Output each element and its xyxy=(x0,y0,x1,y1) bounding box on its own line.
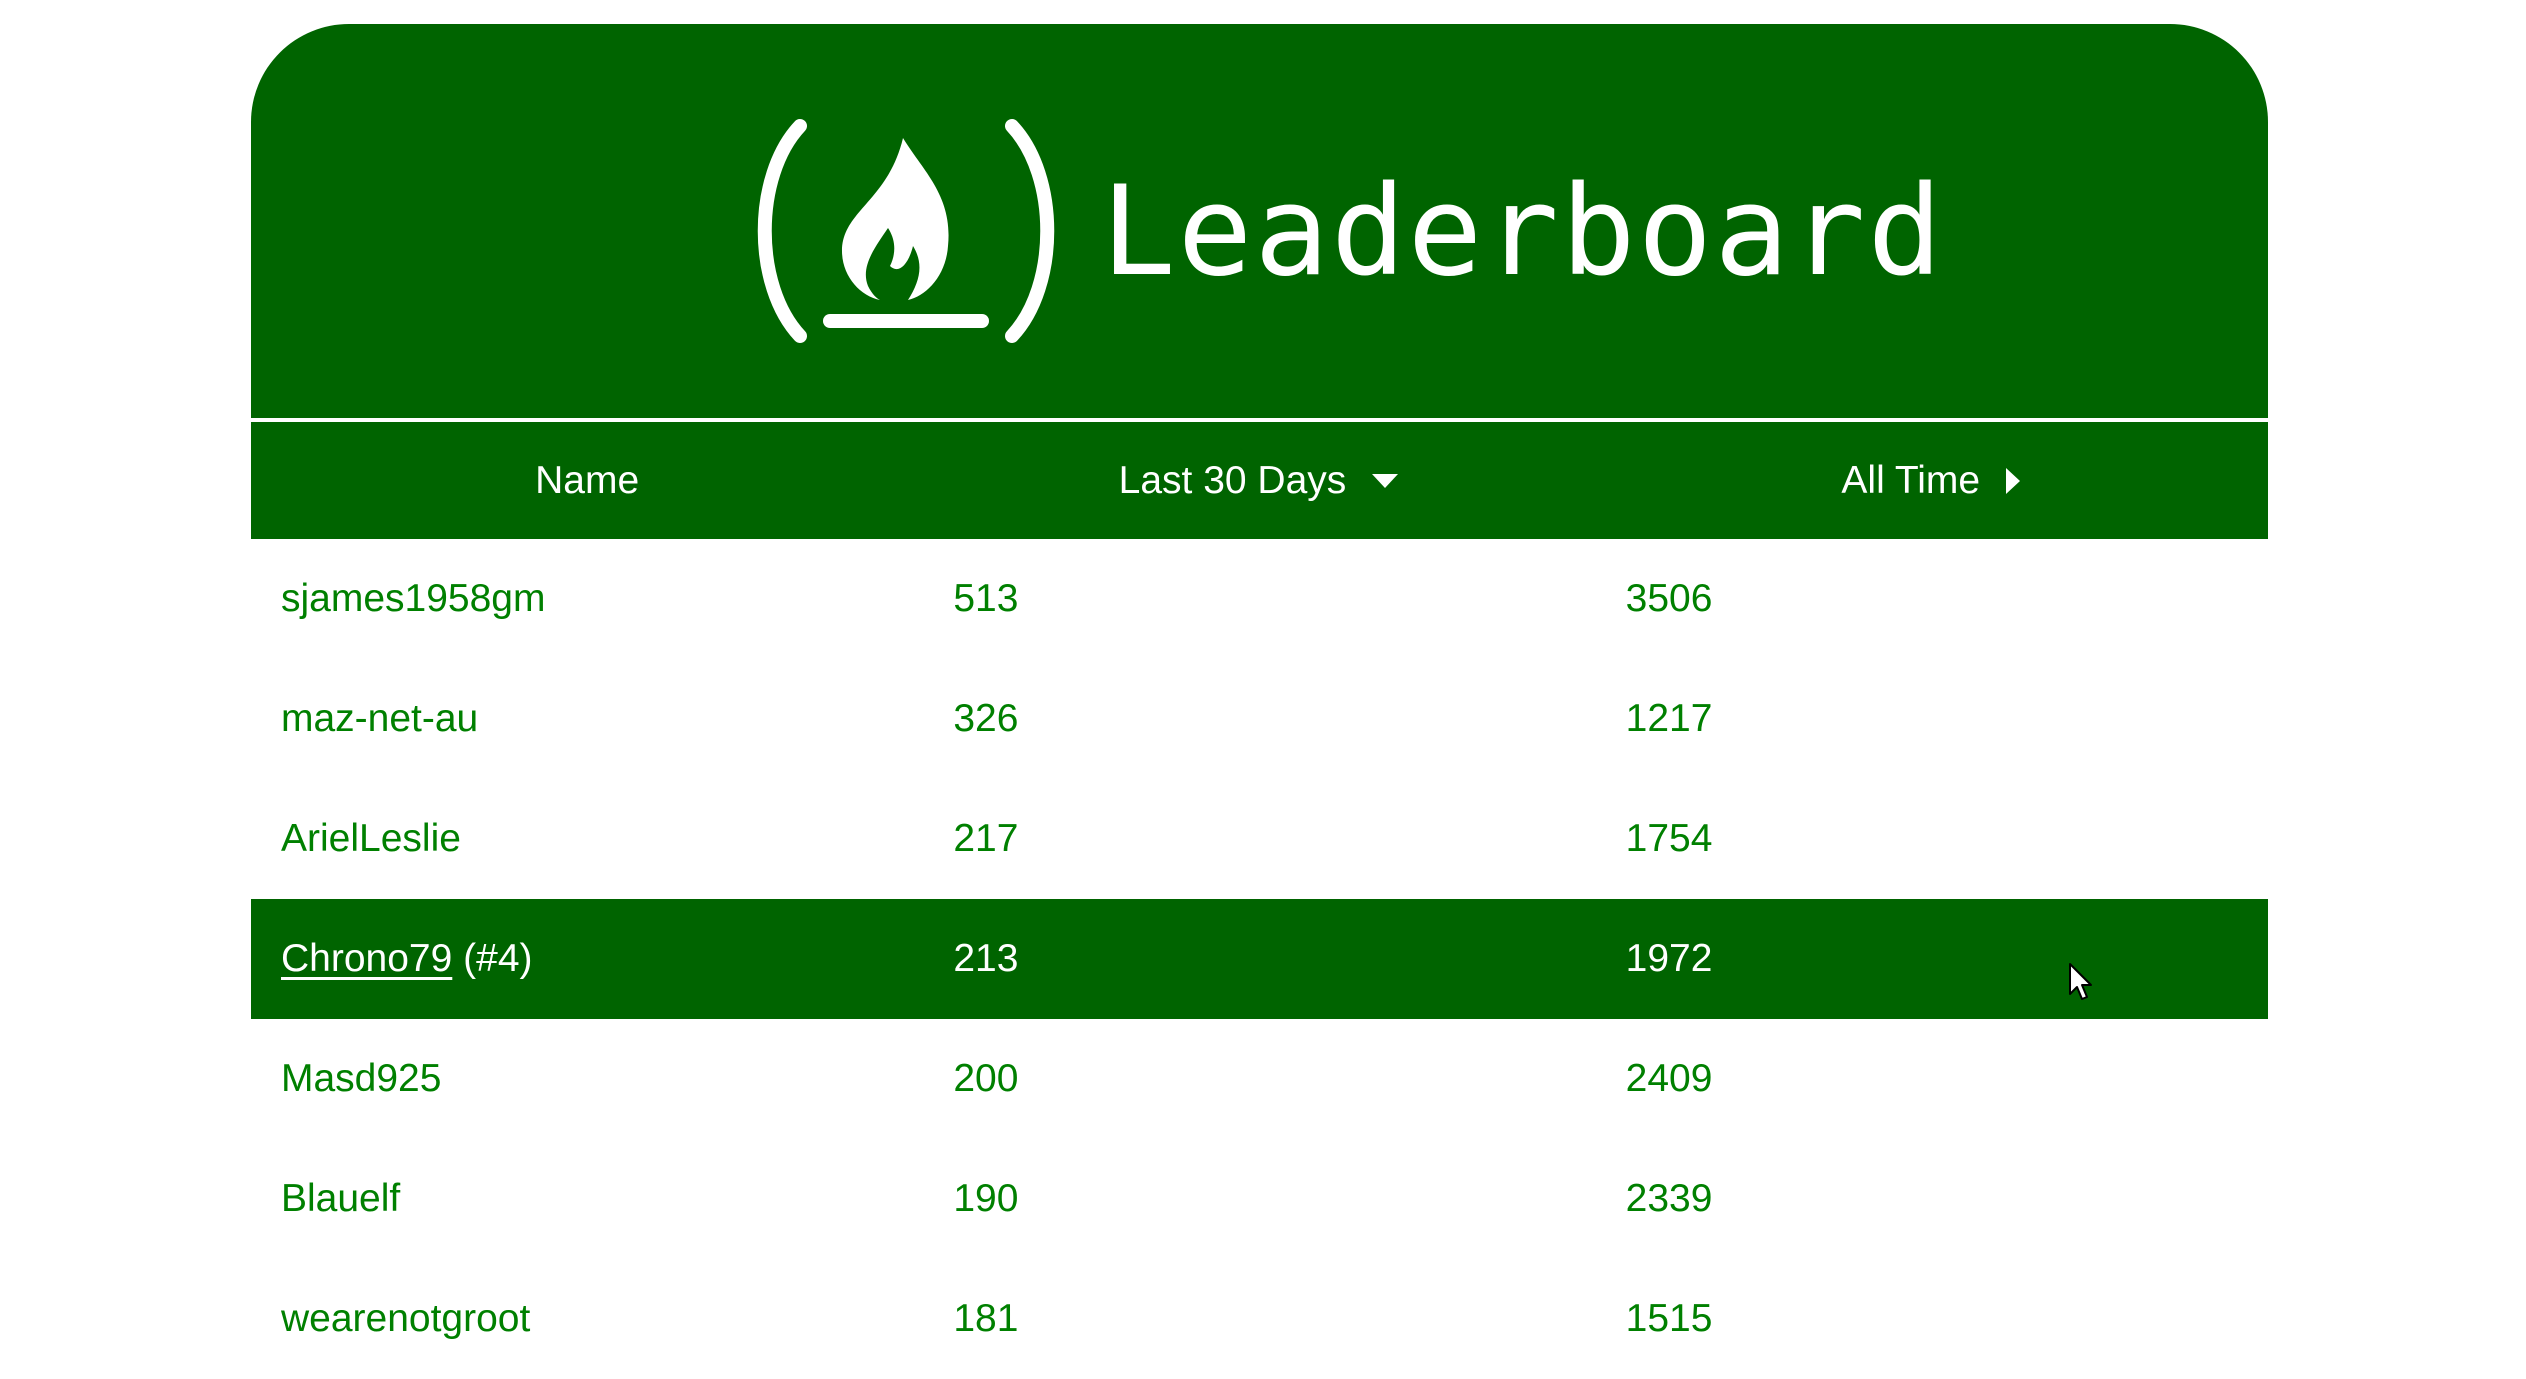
all-time-value: 3506 xyxy=(1625,577,1713,620)
leaderboard-table-body: sjames1958gm 513 3506 maz-net-au 326 121… xyxy=(251,539,2268,1379)
column-header-label: Name xyxy=(535,458,640,502)
caret-right-icon xyxy=(2004,466,2022,496)
all-time-value: 1754 xyxy=(1625,817,1713,860)
last-30-days-value: 326 xyxy=(953,697,1019,740)
last-30-days-value: 190 xyxy=(953,1177,1019,1220)
user-profile-link[interactable]: sjames1958gm xyxy=(281,577,545,620)
all-time-value: 2409 xyxy=(1625,1057,1713,1100)
last-30-days-value: 213 xyxy=(953,937,1019,980)
column-header-label: Last 30 Days xyxy=(1118,458,1347,502)
caret-down-icon xyxy=(1370,472,1400,490)
user-name-cell: wearenotgroot xyxy=(251,1297,923,1341)
table-row: Masd925 200 2409 xyxy=(251,1019,2268,1139)
user-profile-link[interactable]: ArielLeslie xyxy=(281,817,461,860)
user-profile-link[interactable]: Masd925 xyxy=(281,1057,441,1100)
user-name-cell: maz-net-au xyxy=(251,697,923,741)
column-header-all-time[interactable]: All Time xyxy=(1596,459,2268,503)
leaderboard-panel: Leaderboard Name Last 30 Days All Time s… xyxy=(251,24,2268,1379)
leaderboard-header: Leaderboard xyxy=(251,24,2268,418)
all-time-value: 1972 xyxy=(1625,937,1713,980)
table-row-current-user: Chrono79 (#4) 213 1972 xyxy=(251,899,2268,1019)
user-profile-link[interactable]: maz-net-au xyxy=(281,697,478,740)
table-row: Blauelf 190 2339 xyxy=(251,1139,2268,1259)
user-profile-link[interactable]: Chrono79 xyxy=(281,937,452,980)
column-header-row: Name Last 30 Days All Time xyxy=(251,422,2268,539)
last-30-days-value: 181 xyxy=(953,1297,1019,1340)
table-row: maz-net-au 326 1217 xyxy=(251,659,2268,779)
user-profile-link[interactable]: Blauelf xyxy=(281,1177,400,1220)
last-30-days-value: 513 xyxy=(953,577,1019,620)
user-name-cell: sjames1958gm xyxy=(251,577,923,621)
user-name-cell: ArielLeslie xyxy=(251,817,923,861)
table-row: wearenotgroot 181 1515 xyxy=(251,1259,2268,1379)
all-time-value: 1217 xyxy=(1625,697,1713,740)
user-name-cell: Masd925 xyxy=(251,1057,923,1101)
last-30-days-value: 200 xyxy=(953,1057,1019,1100)
rank-badge: (#4) xyxy=(463,937,533,980)
table-row: sjames1958gm 513 3506 xyxy=(251,539,2268,659)
column-header-name[interactable]: Name xyxy=(251,459,923,503)
column-header-last-30-days[interactable]: Last 30 Days xyxy=(923,459,1595,503)
column-header-label: All Time xyxy=(1841,458,1981,502)
table-row: ArielLeslie 217 1754 xyxy=(251,779,2268,899)
all-time-value: 1515 xyxy=(1625,1297,1713,1340)
last-30-days-value: 217 xyxy=(953,817,1019,860)
page-title: Leaderboard xyxy=(1101,160,1945,304)
user-profile-link[interactable]: wearenotgroot xyxy=(281,1297,530,1340)
freecodecamp-flame-logo-icon xyxy=(757,119,1055,343)
all-time-value: 2339 xyxy=(1625,1177,1713,1220)
mouse-pointer-icon xyxy=(2069,963,2092,1000)
user-name-cell: Chrono79 (#4) xyxy=(251,937,923,981)
user-name-cell: Blauelf xyxy=(251,1177,923,1221)
